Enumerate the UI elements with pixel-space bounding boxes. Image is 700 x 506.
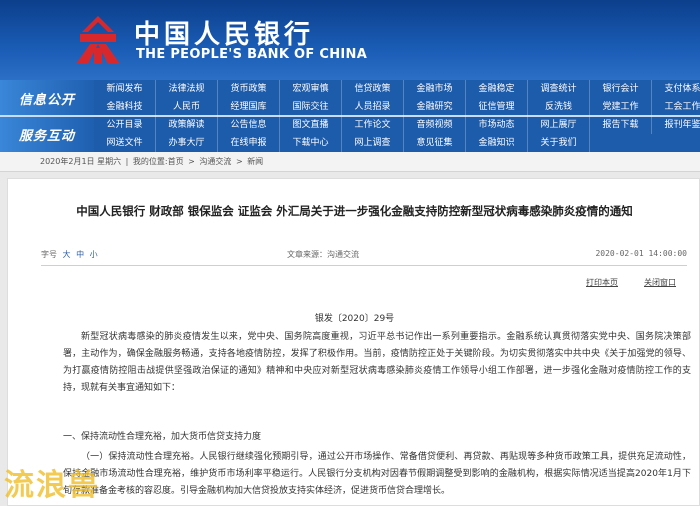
nav-row-4: 网送文件 办事大厅 在线申报 下载中心 网上调查 意见征集 金融知识 关于我们: [94, 134, 590, 152]
nav-item[interactable]: 征信管理: [466, 98, 528, 116]
nav-item[interactable]: 宏观审慎: [280, 80, 342, 98]
logo-title-cn: 中国人民银行: [134, 20, 315, 50]
nav-item[interactable]: 网上调查: [342, 134, 404, 152]
nav-item[interactable]: 金融市场: [404, 80, 466, 98]
breadcrumb: 2020年2月1日 星期六 | 我的位置:首页 > 沟通交流 > 新闻: [0, 152, 700, 172]
document-number: 银发〔2020〕29号: [314, 314, 395, 324]
paragraph-intro: 新型冠状病毒感染的肺炎疫情发生以来，党中央、国务院高度重视，习近平总书记作出一系…: [63, 332, 691, 393]
meta-divider: [41, 265, 687, 266]
nav-item[interactable]: 办事大厅: [156, 134, 218, 152]
nav-item[interactable]: 党建工作: [590, 98, 652, 116]
nav-item[interactable]: 货币政策: [218, 80, 280, 98]
print-page-link[interactable]: 打印本页: [586, 277, 618, 288]
nav-item[interactable]: 金融知识: [466, 134, 528, 152]
section-heading: 一、保持流动性合理充裕，加大货币信贷支持力度: [63, 432, 262, 442]
breadcrumb-date: 2020年2月1日 星期六: [40, 157, 122, 166]
article-meta: 字号 大 中 小 文章来源：沟通交流 2020-02-01 14:00:00: [41, 249, 687, 263]
nav-item[interactable]: 金融稳定: [466, 80, 528, 98]
nav-item[interactable]: 公开目录: [94, 116, 156, 134]
nav-group-service: 服务互动: [0, 116, 94, 152]
nav-item[interactable]: 支付体系: [652, 80, 700, 98]
nav-item[interactable]: 工作论文: [342, 116, 404, 134]
font-size-small[interactable]: 小: [90, 250, 98, 259]
font-size-large[interactable]: 大: [63, 250, 71, 259]
nav-item[interactable]: 网送文件: [94, 134, 156, 152]
nav-row-2: 金融科技 人民币 经理国库 国际交往 人员招录 金融研究 征信管理 反洗钱 党建…: [94, 98, 700, 116]
article-card: 中国人民银行 财政部 银保监会 证监会 外汇局关于进一步强化金融支持防控新型冠状…: [7, 178, 700, 506]
nav-item[interactable]: 国际交往: [280, 98, 342, 116]
nav-item[interactable]: 银行会计: [590, 80, 652, 98]
font-size-medium[interactable]: 中: [76, 250, 84, 259]
article-body-2: （一）保持流动性合理充裕。人民银行继续强化预期引导，通过公开市场操作、常备借贷便…: [63, 449, 691, 500]
font-size-control: 字号 大 中 小: [41, 249, 98, 260]
article-body: 新型冠状病毒感染的肺炎疫情发生以来，党中央、国务院高度重视，习近平总书记作出一系…: [63, 329, 691, 397]
nav-item[interactable]: 关于我们: [528, 134, 590, 152]
nav-item[interactable]: 反洗钱: [528, 98, 590, 116]
watermark: 流浪兽: [4, 468, 100, 503]
main-nav: 信息公开 服务互动 新闻发布 法律法规 货币政策 宏观审慎 信贷政策 金融市场 …: [0, 80, 700, 152]
nav-item[interactable]: 调查统计: [528, 80, 590, 98]
nav-item[interactable]: 金融科技: [94, 98, 156, 116]
article-date: 2020-02-01 14:00:00: [595, 249, 687, 258]
breadcrumb-level2[interactable]: 沟通交流: [199, 157, 231, 166]
nav-item[interactable]: 报告下载: [590, 116, 652, 134]
nav-group-info: 信息公开: [0, 80, 94, 116]
article-title: 中国人民银行 财政部 银保监会 证监会 外汇局关于进一步强化金融支持防控新型冠状…: [76, 204, 633, 218]
nav-item[interactable]: 信贷政策: [342, 80, 404, 98]
nav-item[interactable]: 网上展厅: [528, 116, 590, 134]
nav-item[interactable]: 经理国库: [218, 98, 280, 116]
nav-item[interactable]: 市场动态: [466, 116, 528, 134]
nav-item[interactable]: 图文直播: [280, 116, 342, 134]
pboc-logo-icon[interactable]: [70, 12, 126, 68]
nav-item[interactable]: 工会工作: [652, 98, 700, 116]
nav-item[interactable]: 法律法规: [156, 80, 218, 98]
site-header: 中国人民银行 THE PEOPLE'S BANK OF CHINA: [0, 0, 700, 80]
nav-item[interactable]: 意见征集: [404, 134, 466, 152]
nav-item[interactable]: 人民币: [156, 98, 218, 116]
page-root: 中国人民银行 THE PEOPLE'S BANK OF CHINA 信息公开 服…: [0, 0, 700, 506]
font-size-label: 字号: [41, 250, 57, 259]
nav-item[interactable]: 公告信息: [218, 116, 280, 134]
nav-item[interactable]: 新闻发布: [94, 80, 156, 98]
logo-title-en: THE PEOPLE'S BANK OF CHINA: [136, 47, 368, 62]
nav-item[interactable]: 金融研究: [404, 98, 466, 116]
breadcrumb-level3[interactable]: 新闻: [247, 157, 263, 166]
nav-item[interactable]: 在线申报: [218, 134, 280, 152]
nav-item[interactable]: 音频视频: [404, 116, 466, 134]
nav-row-1: 新闻发布 法律法规 货币政策 宏观审慎 信贷政策 金融市场 金融稳定 调查统计 …: [94, 80, 700, 98]
nav-item[interactable]: 人员招录: [342, 98, 404, 116]
nav-item[interactable]: 政策解读: [156, 116, 218, 134]
article-source: 文章来源：沟通交流: [287, 250, 359, 259]
nav-row-3: 公开目录 政策解读 公告信息 图文直播 工作论文 音频视频 市场动态 网上展厅 …: [94, 116, 700, 134]
paragraph-liquidity: （一）保持流动性合理充裕。人民银行继续强化预期引导，通过公开市场操作、常备借贷便…: [63, 452, 691, 496]
close-window-link[interactable]: 关闭窗口: [644, 277, 676, 288]
nav-item[interactable]: 报刊年鉴: [652, 116, 700, 134]
nav-item[interactable]: 下载中心: [280, 134, 342, 152]
breadcrumb-home[interactable]: 我的位置:首页: [133, 157, 184, 166]
